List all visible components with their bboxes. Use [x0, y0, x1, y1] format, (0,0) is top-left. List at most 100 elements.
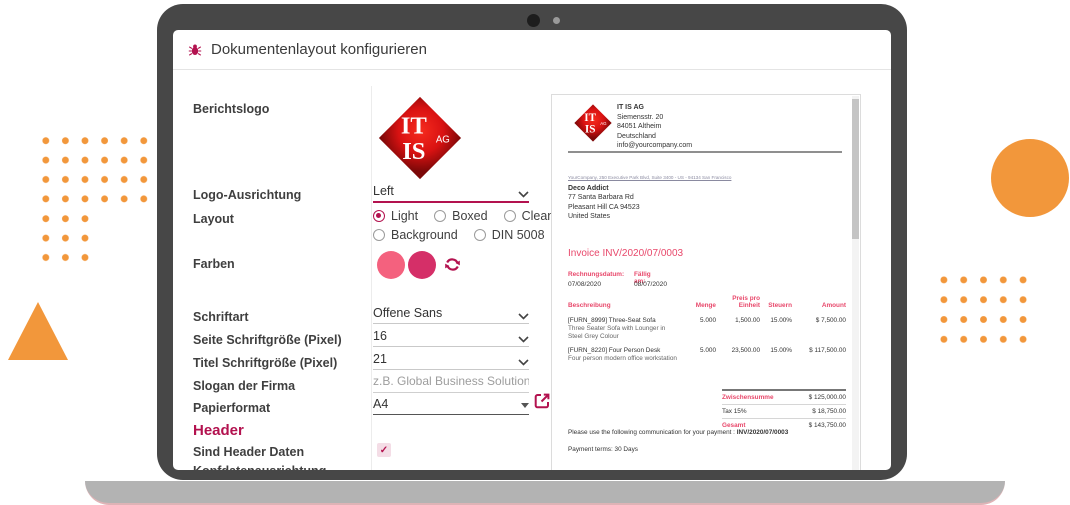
payment-terms: Payment terms: 30 Days [568, 446, 638, 453]
title-font-size-select[interactable]: 21 [373, 349, 529, 370]
bug-icon [188, 43, 202, 57]
total-value: $ 143,750.00 [809, 422, 846, 429]
radio-clean[interactable] [504, 210, 516, 222]
page-font-size-value: 16 [373, 329, 387, 343]
deco-dots-left-bottom [36, 209, 96, 268]
laptop-frame: Dokumentenlayout konfigurieren Berichtsl… [157, 4, 907, 480]
logo-alignment-label: Logo-Ausrichtung [193, 188, 365, 202]
item-qty: 5.000 [680, 317, 716, 324]
layout-radio-row-1: Light Boxed Clean [373, 209, 564, 223]
header-data-label: Sind Header Daten [193, 445, 365, 459]
col-taxes: Steuern [760, 302, 792, 309]
customer-country: United States [568, 212, 640, 221]
invoice-date-value: 07/08/2020 [568, 281, 601, 288]
payment-reference: INV/2020/07/0003 [737, 429, 789, 436]
company-street: Siemensstr. 20 [617, 113, 692, 123]
radio-clean-label[interactable]: Clean [522, 209, 555, 223]
due-date-value: 08/07/2020 [634, 281, 667, 288]
tax-label: Tax 15% [722, 408, 747, 415]
company-name: IT IS AG [617, 103, 692, 113]
font-value: Offene Sans [373, 306, 442, 320]
paper-format-select[interactable]: A4 [373, 394, 529, 415]
page-font-size-label: Seite Schriftgröße (Pixel) [193, 333, 365, 347]
item-unit-price: 1,500.00 [716, 317, 760, 324]
radio-background[interactable] [373, 229, 385, 241]
col-quantity: Menge [680, 302, 716, 309]
radio-background-label[interactable]: Background [391, 228, 458, 242]
radio-boxed[interactable] [434, 210, 446, 222]
logo-alignment-value: Left [373, 184, 394, 198]
radio-light[interactable] [373, 210, 385, 222]
svg-text:IT: IT [401, 113, 428, 140]
chevron-down-icon [518, 336, 529, 343]
color-swatch-secondary[interactable] [408, 251, 436, 279]
paper-format-label: Papierformat [193, 401, 365, 415]
caret-down-icon [521, 403, 529, 408]
invoice-table-header: Beschreibung Menge Preis pro Einheit Ste… [568, 295, 846, 312]
svg-text:IS: IS [585, 124, 596, 136]
svg-text:AG: AG [600, 121, 607, 126]
total-label: Gesamt [722, 422, 745, 429]
col-description: Beschreibung [568, 302, 680, 309]
invoice-customer-block: Deco Addict 77 Santa Barbara Rd Pleasant… [568, 184, 640, 222]
checkmark-icon: ✓ [380, 445, 388, 456]
invoice-divider [568, 151, 842, 153]
radio-din5008-label[interactable]: DIN 5008 [492, 228, 545, 242]
tax-value: $ 18,750.00 [812, 408, 846, 415]
layout-label: Layout [193, 212, 365, 226]
chevron-down-icon [518, 313, 529, 320]
item-unit-price: 23,500.00 [716, 347, 760, 354]
item-description: Four person modern office workstation [568, 355, 680, 363]
external-link-icon[interactable] [533, 392, 551, 415]
header-section-title: Header [193, 422, 244, 439]
scrollbar-thumb[interactable] [852, 99, 859, 239]
tax-row: Tax 15% $ 18,750.00 [722, 405, 846, 419]
preview-scrollbar[interactable] [852, 96, 859, 470]
invoice-totals: Zwischensumme $ 125,000.00 Tax 15% $ 18,… [722, 389, 846, 432]
header-alignment-label: Kopfdatenausrichtung [193, 464, 365, 470]
slogan-label: Slogan der Firma [193, 379, 365, 393]
payment-note-text: Please use the following communication f… [568, 429, 737, 436]
item-name: [FURN_8220] Four Person Desk [568, 347, 680, 354]
company-country: Deutschland [617, 132, 692, 142]
company-city: 84051 Altheim [617, 122, 692, 132]
item-amount: $ 117,500.00 [792, 347, 846, 354]
page-font-size-select[interactable]: 16 [373, 326, 529, 347]
font-select[interactable]: Offene Sans [373, 303, 529, 324]
color-swatch-primary[interactable] [377, 251, 405, 279]
svg-text:AG: AG [436, 134, 450, 145]
radio-light-label[interactable]: Light [391, 209, 418, 223]
item-name: [FURN_8999] Three-Seat Sofa [568, 317, 680, 324]
radio-din5008[interactable] [474, 229, 486, 241]
radio-boxed-label[interactable]: Boxed [452, 209, 487, 223]
invoice-table: Beschreibung Menge Preis pro Einheit Ste… [568, 295, 846, 363]
report-logo-label: Berichtslogo [193, 102, 365, 116]
camera-led-icon [553, 17, 560, 24]
logo-alignment-select[interactable]: Left [373, 182, 529, 203]
company-email: info@yourcompany.com [617, 141, 692, 151]
chevron-down-icon [518, 191, 529, 198]
header-data-checkbox[interactable]: ✓ [377, 443, 391, 457]
page-title: Dokumentenlayout konfigurieren [211, 41, 427, 58]
invoice-title: Invoice INV/2020/07/0003 [568, 248, 683, 259]
laptop-base [85, 481, 1005, 505]
subtotal-value: $ 125,000.00 [809, 394, 846, 401]
svg-text:IS: IS [402, 138, 425, 165]
refresh-colors-icon[interactable] [444, 256, 461, 278]
invoice-date-label: Rechnungsdatum: [568, 271, 624, 278]
item-amount: $ 7,500.00 [792, 317, 846, 324]
report-logo-image[interactable]: IT IS AG [376, 94, 464, 187]
col-unit-price: Preis pro Einheit [716, 295, 760, 309]
subtotal-row: Zwischensumme $ 125,000.00 [722, 391, 846, 405]
sender-address-line: YourCompany, 250 Executive Park Blvd, Su… [568, 175, 731, 180]
subtotal-label: Zwischensumme [722, 394, 774, 401]
svg-text:IT: IT [584, 112, 596, 124]
paper-format-value: A4 [373, 397, 388, 411]
form-column-divider [371, 86, 372, 470]
slogan-input[interactable] [373, 372, 529, 393]
title-font-size-value: 21 [373, 352, 387, 366]
customer-street: 77 Santa Barbara Rd [568, 193, 640, 202]
deco-circle [991, 139, 1069, 217]
font-label: Schriftart [193, 310, 365, 324]
item-tax: 15.00% [760, 317, 792, 324]
